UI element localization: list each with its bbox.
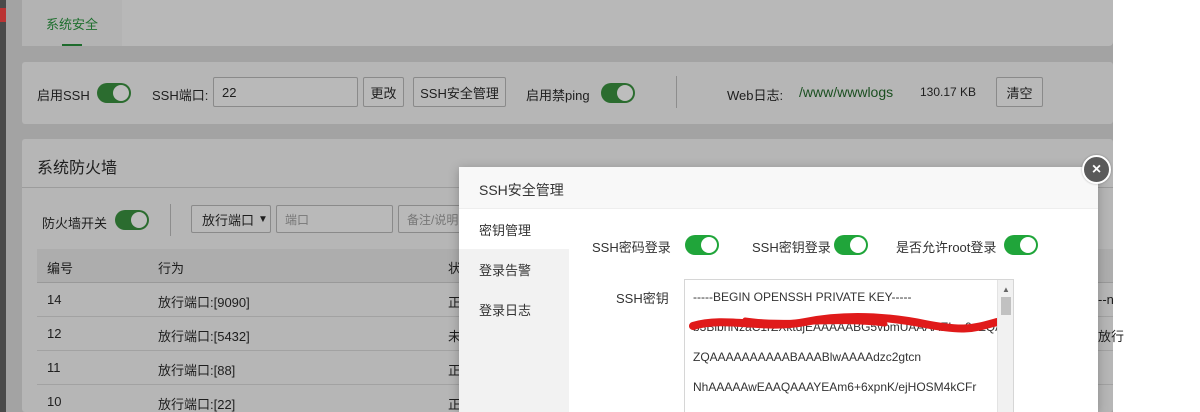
sidebar-item-label: 密钥管理 xyxy=(479,222,532,238)
rule-type-select[interactable]: 放行端口 ▼ xyxy=(191,205,271,233)
tab-system-security[interactable]: 系统安全 xyxy=(22,0,122,46)
enable-ssh-label: 启用SSH xyxy=(37,88,90,103)
password-login-label: SSH密码登录 xyxy=(592,240,671,255)
sidebar-item-login-alert[interactable]: 登录告警 xyxy=(459,249,569,289)
firewall-switch-label: 防火墙开关 xyxy=(42,216,108,231)
row-id: 14 xyxy=(47,292,62,307)
dialog-title: SSH安全管理 xyxy=(479,182,564,198)
disable-ping-toggle[interactable] xyxy=(601,83,635,103)
close-icon[interactable]: × xyxy=(1082,155,1111,184)
tab-label: 系统安全 xyxy=(45,16,98,32)
textarea-scrollbar[interactable]: ▲ xyxy=(997,280,1013,412)
weblog-path-link[interactable]: /www/wwwlogs xyxy=(799,84,893,100)
ssh-key-label: SSH密钥 xyxy=(616,291,669,306)
password-login-toggle[interactable] xyxy=(685,235,719,255)
sidebar-item-label: 登录告警 xyxy=(479,262,532,278)
key-login-label: SSH密钥登录 xyxy=(752,240,831,255)
ssh-manage-dialog: SSH安全管理 密钥管理 登录告警 登录日志 SSH密码登录 SSH密钥登录 是… xyxy=(459,167,1098,412)
weblog-label: Web日志: xyxy=(727,88,784,103)
port-input[interactable]: 端口 xyxy=(276,205,393,233)
scroll-thumb[interactable] xyxy=(1001,297,1011,315)
root-login-toggle[interactable] xyxy=(1004,235,1038,255)
sidebar-item-label: 登录日志 xyxy=(479,302,532,318)
row-id: 10 xyxy=(47,394,62,409)
scroll-up-icon[interactable]: ▲ xyxy=(1002,285,1010,294)
firewall-toggle[interactable] xyxy=(115,210,149,230)
row-extra: 放行 xyxy=(1098,329,1125,344)
row-extra: --n xyxy=(1098,292,1114,307)
ssh-port-label: SSH端口: xyxy=(152,88,209,103)
ssh-key-textarea[interactable]: -----BEGIN OPENSSH PRIVATE KEY----- b3Bl… xyxy=(684,279,1014,412)
row-action: 放行端口:[9090] xyxy=(158,295,250,310)
col-id: 编号 xyxy=(47,261,74,276)
row-id: 12 xyxy=(47,326,62,341)
select-value: 放行端口 xyxy=(202,212,255,228)
ssh-manage-button[interactable]: SSH安全管理 xyxy=(413,77,506,107)
change-port-button[interactable]: 更改 xyxy=(363,77,404,107)
root-login-label: 是否允许root登录 xyxy=(896,240,997,255)
key-line: ZQAAAAAAAAAABAAABlwAAAAdzc2gtcn xyxy=(693,350,922,364)
firewall-title: 系统防火墙 xyxy=(37,160,118,177)
dialog-sidebar: 密钥管理 登录告警 登录日志 xyxy=(459,209,569,412)
sidebar-item-key-management[interactable]: 密钥管理 xyxy=(459,209,569,249)
redaction-scribble xyxy=(689,312,1001,333)
divider xyxy=(676,76,677,108)
enable-ssh-toggle[interactable] xyxy=(97,83,131,103)
ssh-settings-panel: 启用SSH SSH端口: 22 更改 SSH安全管理 启用禁ping Web日志… xyxy=(22,62,1113,124)
row-id: 11 xyxy=(47,360,61,375)
tab-underline xyxy=(62,44,82,46)
row-action: 放行端口:[88] xyxy=(158,363,236,378)
weblog-size: 130.17 KB xyxy=(920,85,977,99)
disable-ping-label: 启用禁ping xyxy=(526,88,590,103)
clear-log-button[interactable]: 清空 xyxy=(996,77,1043,107)
tab-bar: 系统安全 xyxy=(22,0,1113,46)
col-action: 行为 xyxy=(158,261,185,276)
left-sidebar-strip xyxy=(0,0,6,412)
dialog-header: SSH安全管理 xyxy=(459,167,1098,209)
chevron-down-icon: ▼ xyxy=(258,213,268,225)
sidebar-item-login-log[interactable]: 登录日志 xyxy=(459,289,569,329)
row-action: 放行端口:[22] xyxy=(158,397,236,412)
key-line: NhAAAAAwEAAQAAAYEAm6+6xpnK/ejHOSM4kCFr xyxy=(693,380,977,394)
divider xyxy=(170,204,171,236)
key-login-toggle[interactable] xyxy=(834,235,868,255)
row-action: 放行端口:[5432] xyxy=(158,329,250,344)
ssh-port-input[interactable]: 22 xyxy=(213,77,358,107)
sidebar-marker xyxy=(0,8,6,22)
